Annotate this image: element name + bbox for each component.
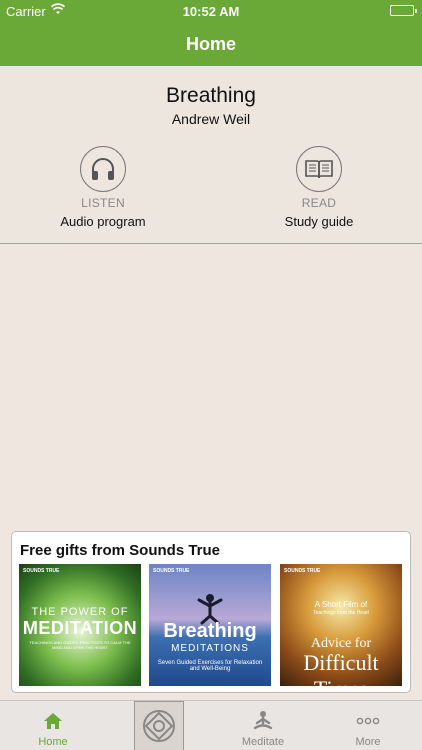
tab-label: Home	[38, 736, 68, 748]
gift-line: Difficult Times	[303, 650, 379, 686]
tab-sounds-true[interactable]	[134, 701, 184, 750]
gift-line: TEACHINGS AND GUIDED PRACTICES TO CALM T…	[29, 640, 131, 650]
home-icon	[41, 709, 65, 733]
gifts-title: Free gifts from Sounds True	[20, 542, 221, 559]
gift-line: Seven Guided Exercises for Relaxation an…	[157, 660, 263, 672]
more-icon	[356, 709, 380, 733]
gift-line: Breathing	[163, 620, 257, 642]
gift-line: MEDITATION	[22, 618, 138, 638]
gift-advice-difficult-times[interactable]: SOUNDS TRUE A Short Film of Teachings fr…	[280, 564, 402, 686]
tab-label: Meditate	[241, 736, 285, 748]
program-author: Andrew Weil	[171, 111, 251, 127]
program-title: Breathing	[166, 84, 256, 107]
meditate-icon	[251, 709, 275, 733]
status-bar: Carrier 10:52 AM	[0, 0, 422, 22]
gift-line: MEDITATIONS	[171, 643, 249, 654]
program-header: Breathing Andrew Weil LISTEN Audio progr…	[0, 66, 422, 244]
lotus-logo-icon	[134, 701, 184, 750]
gift-power-of-meditation[interactable]: SOUNDS TRUE THE POWER OF MEDITATION TEAC…	[19, 564, 141, 686]
read-caption: READ	[301, 196, 337, 210]
gift-line: THE POWER OF	[31, 606, 129, 618]
free-gifts-card: Free gifts from Sounds True SOUNDS TRUE …	[11, 531, 411, 693]
sounds-true-logo: SOUNDS TRUE	[153, 568, 190, 574]
tab-home[interactable]: Home	[11, 701, 95, 750]
sounds-true-logo: SOUNDS TRUE	[23, 568, 60, 574]
tab-more[interactable]: More	[326, 701, 410, 750]
gift-line: A Short Film of	[314, 600, 368, 609]
study-guide-label: Study guide	[284, 214, 354, 229]
listen-button[interactable]: LISTEN Audio program	[33, 146, 173, 229]
listen-caption: LISTEN	[81, 196, 125, 210]
tab-meditate[interactable]: Meditate	[221, 701, 305, 750]
read-button[interactable]: READ Study guide	[249, 146, 389, 229]
tab-bar: Home Meditate More	[0, 700, 422, 750]
tab-label: More	[355, 736, 381, 748]
clock-time: 10:52 AM	[182, 4, 240, 19]
audio-program-label: Audio program	[60, 214, 146, 229]
book-icon	[296, 146, 342, 192]
sounds-true-logo: SOUNDS TRUE	[284, 568, 321, 574]
battery-icon	[390, 5, 417, 16]
gift-line: Teachings from the Heart	[313, 610, 369, 616]
navigation-bar: Home	[0, 22, 422, 66]
page-title: Home	[185, 34, 236, 54]
headphones-icon	[80, 146, 126, 192]
gift-breathing-meditations[interactable]: SOUNDS TRUE Breathing MEDITATIONS Seven …	[149, 564, 271, 686]
